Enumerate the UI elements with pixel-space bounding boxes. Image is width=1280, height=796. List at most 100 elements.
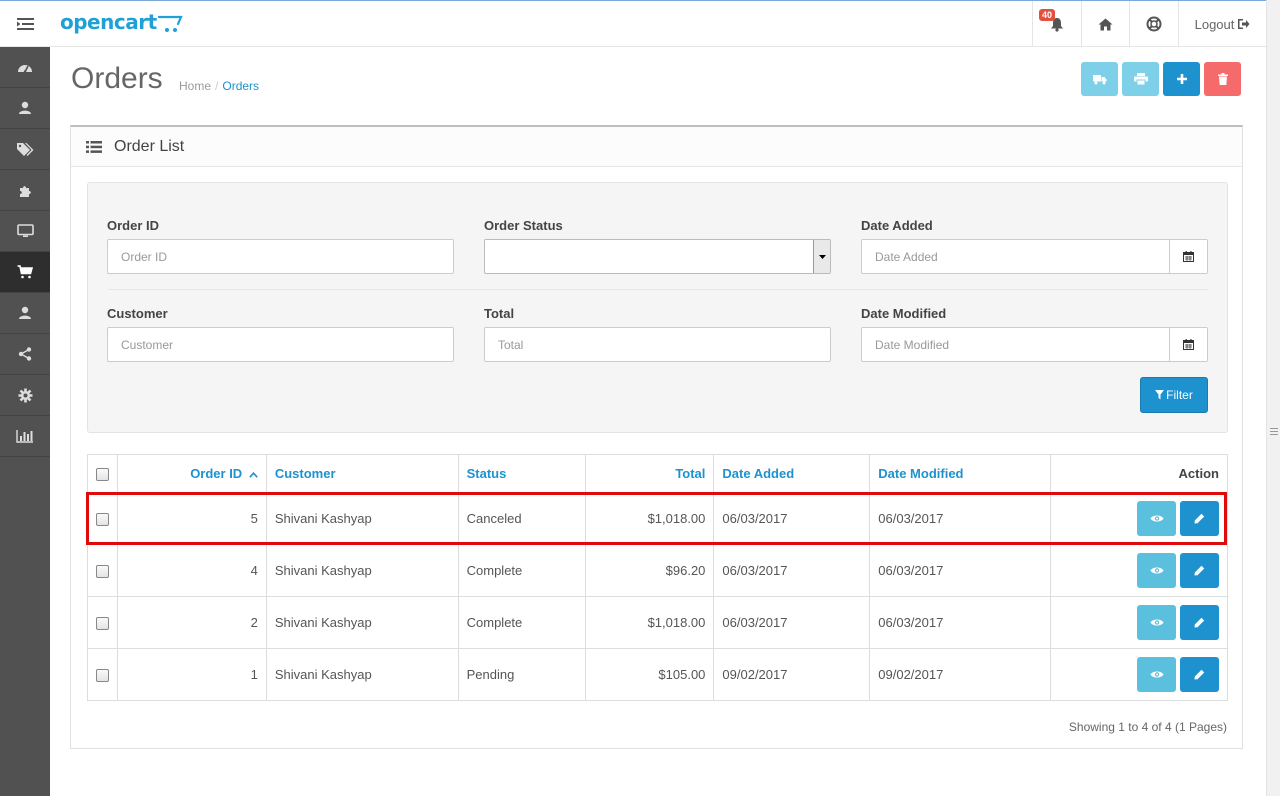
cart-icon <box>17 265 33 279</box>
total-label: Total <box>484 306 515 321</box>
logo-cart-icon <box>157 15 183 32</box>
header-actions: 40 Logout <box>1032 1 1266 47</box>
edit-order-button[interactable] <box>1180 553 1219 588</box>
window-scrollbar[interactable] <box>1266 0 1280 796</box>
eye-icon <box>1150 671 1163 678</box>
help-button[interactable] <box>1129 1 1178 47</box>
total-column-header[interactable]: Total <box>584 454 715 493</box>
status-cell: Canceled <box>457 492 586 545</box>
sidebar-item-marketing[interactable] <box>0 334 50 375</box>
breadcrumb-orders-link[interactable]: Orders <box>222 79 259 93</box>
filter-icon <box>1155 390 1165 400</box>
date-modified-input[interactable]: Date Modified <box>861 327 1208 362</box>
truck-icon <box>1092 74 1106 84</box>
order-id-input[interactable]: Order ID <box>107 239 454 274</box>
sidebar-item-system[interactable] <box>0 375 50 416</box>
row-checkbox[interactable] <box>96 669 109 683</box>
date-added-cell: 09/02/2017 <box>713 648 871 701</box>
total-placeholder: Total <box>498 337 524 352</box>
total-input[interactable]: Total <box>484 327 831 362</box>
breadcrumb-home-link[interactable]: Home <box>179 79 211 93</box>
order-id-placeholder: Order ID <box>121 249 168 264</box>
date-added-input[interactable]: Date Added <box>861 239 1208 274</box>
bar-chart-icon <box>16 429 33 443</box>
filter-panel: Order ID Order ID Order Status Date Adde… <box>87 182 1228 433</box>
table-row[interactable]: 4 Shivani Kashyap Complete $96.20 06/03/… <box>87 544 1228 597</box>
add-order-button[interactable] <box>1163 62 1200 96</box>
pencil-icon <box>1194 617 1205 628</box>
date-modified-calendar-button[interactable] <box>1169 328 1207 361</box>
status-cell: Pending <box>457 648 586 701</box>
view-order-button[interactable] <box>1137 501 1176 536</box>
page-title: Orders <box>71 62 163 95</box>
sidebar-item-extensions[interactable] <box>0 170 50 211</box>
customer-cell: Shivani Kashyap <box>265 492 459 545</box>
sidebar-item-catalog[interactable] <box>0 88 50 129</box>
delete-order-button[interactable] <box>1204 62 1241 96</box>
opencart-logo[interactable]: opencart <box>60 10 184 35</box>
edit-order-button[interactable] <box>1180 657 1219 692</box>
row-checkbox[interactable] <box>96 617 109 631</box>
scrollbar-grip[interactable] <box>1270 428 1278 436</box>
order-list-panel: Order List Order ID Order ID Order Statu… <box>70 125 1243 749</box>
orders-table-body: 5 Shivani Kashyap Canceled $1,018.00 06/… <box>87 492 1228 701</box>
action-column-header: Action <box>1050 454 1228 493</box>
table-row[interactable]: 2 Shivani Kashyap Complete $1,018.00 06/… <box>87 596 1228 649</box>
date-added-calendar-button[interactable] <box>1169 240 1207 273</box>
dashboard-icon <box>18 65 32 73</box>
table-row[interactable]: 1 Shivani Kashyap Pending $105.00 09/02/… <box>87 648 1228 701</box>
date-modified-cell: 06/03/2017 <box>869 596 1052 649</box>
menu-toggle-button[interactable] <box>0 1 50 47</box>
pencil-icon <box>1194 669 1205 680</box>
filter-button[interactable]: Filter <box>1140 377 1208 413</box>
view-order-button[interactable] <box>1137 605 1176 640</box>
select-dropdown-arrow[interactable] <box>813 240 830 273</box>
row-checkbox[interactable] <box>96 565 109 579</box>
date-modified-column-header[interactable]: Date Modified <box>869 454 1052 493</box>
caret-down-icon <box>818 254 826 259</box>
status-column-header[interactable]: Status <box>457 454 586 493</box>
customer-label: Customer <box>107 306 168 321</box>
select-all-checkbox[interactable] <box>96 468 109 482</box>
logout-label: Logout <box>1194 16 1235 32</box>
sidebar-item-dashboard[interactable] <box>0 47 50 88</box>
panel-title: Order List <box>114 137 185 155</box>
panel-heading: Order List <box>71 127 1242 167</box>
sidebar-item-design[interactable] <box>0 211 50 252</box>
customer-placeholder: Customer <box>121 337 174 352</box>
action-cell <box>1050 648 1228 701</box>
sidebar-item-reports[interactable] <box>0 416 50 457</box>
notification-badge: 40 <box>1039 9 1056 21</box>
cog-icon <box>18 388 32 402</box>
date-added-column-header[interactable]: Date Added <box>713 454 871 493</box>
print-invoice-button[interactable] <box>1122 62 1159 96</box>
date-modified-label: Date Modified <box>861 306 947 321</box>
order-id-column-header[interactable]: Order ID <box>117 454 267 493</box>
edit-order-button[interactable] <box>1180 605 1219 640</box>
notifications-button[interactable]: 40 <box>1032 1 1081 47</box>
order-id-cell: 2 <box>117 596 267 649</box>
view-order-button[interactable] <box>1137 553 1176 588</box>
total-cell: $105.00 <box>584 648 715 701</box>
logout-button[interactable]: Logout <box>1178 1 1266 47</box>
date-modified-cell: 06/03/2017 <box>869 544 1052 597</box>
order-id-sort-link[interactable]: Order ID <box>190 466 242 481</box>
table-row[interactable]: 5 Shivani Kashyap Canceled $1,018.00 06/… <box>87 492 1228 545</box>
eye-icon <box>1150 619 1163 626</box>
order-id-cell: 4 <box>117 544 267 597</box>
sidebar-item-extensions-tags[interactable] <box>0 129 50 170</box>
edit-order-button[interactable] <box>1180 501 1219 536</box>
view-order-button[interactable] <box>1137 657 1176 692</box>
row-checkbox[interactable] <box>96 513 109 527</box>
customer-column-header[interactable]: Customer <box>265 454 459 493</box>
sidebar-item-customers[interactable] <box>0 293 50 334</box>
trash-icon <box>1217 73 1228 85</box>
order-status-select[interactable] <box>484 239 831 274</box>
sidebar-item-sales[interactable] <box>0 252 50 293</box>
total-cell: $1,018.00 <box>584 492 715 545</box>
print-shipping-button[interactable] <box>1081 62 1118 96</box>
customer-input[interactable]: Customer <box>107 327 454 362</box>
store-home-button[interactable] <box>1081 1 1129 47</box>
action-cell <box>1050 596 1228 649</box>
order-id-cell: 5 <box>117 492 267 545</box>
